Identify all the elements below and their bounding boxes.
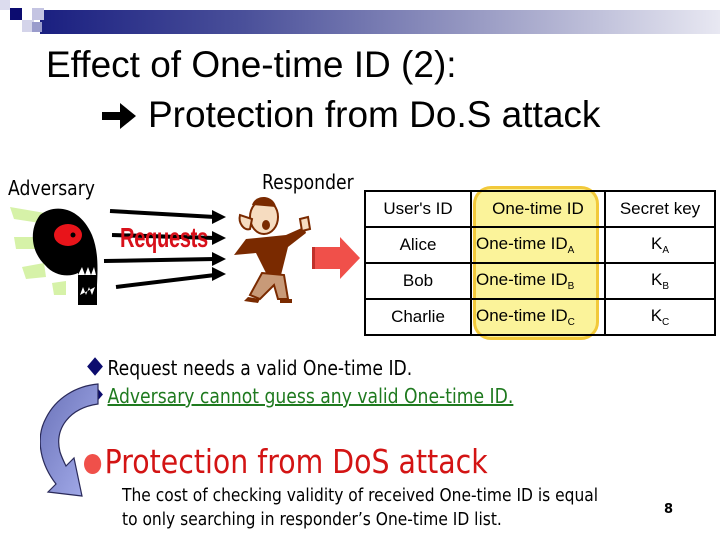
table-row: Alice One-time IDA KA [364,226,716,264]
bullet-item: Request needs a valid One-time ID. [86,356,412,380]
responder-person-icon [234,196,312,303]
otid-subscript: A [567,245,575,256]
adversary-monster-icon [10,207,98,305]
page-number: 8 [664,502,674,517]
key-text: K [650,234,663,253]
header-band [40,10,720,34]
header-one-time-id: One-time ID [470,190,606,228]
cell-user: Bob [364,262,472,300]
request-arrow [103,257,216,263]
table-row: Bob One-time IDB KB [364,262,716,300]
deco-square [10,8,22,20]
conclusion-line: to only searching in responder’s One-tim… [122,509,502,530]
slide-title-line1: Effect of One-time ID (2): [46,44,457,85]
cell-one-time-id: One-time IDA [470,226,606,264]
cell-one-time-id: One-time IDC [470,298,606,336]
key-subscript: C [662,317,670,328]
red-right-arrow-icon [312,237,360,279]
bullet-text: Request needs a valid One-time ID. [107,356,413,380]
conclusion-body: The cost of checking validity of receive… [122,484,598,532]
deco-square [0,0,10,10]
responder-label: Responder [262,170,354,194]
table-row: Charlie One-time IDC KC [364,298,716,336]
otid-text: One-time ID [476,234,568,253]
requests-label: Requests [120,222,208,253]
cell-user: Charlie [364,298,472,336]
slide-title-line2-text: Protection from Do.S attack [148,94,601,135]
request-arrows [103,209,226,289]
request-arrow [115,273,216,289]
header-users-id: User's ID [364,190,472,228]
round-bullet-icon [84,453,102,474]
header-secret-key: Secret key [604,190,716,228]
deco-square [32,8,44,20]
conclusion-heading: Protection from DoS attack [84,442,488,481]
cell-secret-key: KB [604,262,716,300]
cell-one-time-id: One-time IDB [470,262,606,300]
cell-user: Alice [364,226,472,264]
cell-secret-key: KA [604,226,716,264]
key-subscript: B [662,281,669,292]
key-subscript: A [662,245,669,256]
one-time-id-table: User's ID One-time ID Secret key Alice O… [364,190,716,336]
table-header-row: User's ID One-time ID Secret key [364,190,716,228]
request-arrow [109,209,216,219]
key-text: K [650,306,663,325]
bullet-text: Adversary cannot guess any valid One-tim… [107,384,514,408]
key-text: K [650,270,663,289]
otid-text: One-time ID [476,270,568,289]
otid-subscript: B [567,281,575,292]
conclusion-line: The cost of checking validity of receive… [122,485,599,506]
bullet-item: Adversary cannot guess any valid One-tim… [86,384,513,408]
cell-secret-key: KC [604,298,716,336]
otid-subscript: C [567,317,575,328]
diamond-bullet-icon [87,357,103,376]
otid-text: One-time ID [476,306,568,325]
right-arrow-icon [102,96,136,138]
deco-square [32,22,42,32]
conclusion-heading-text: Protection from DoS attack [104,442,488,481]
slide-title-line2: Protection from Do.S attack [102,94,600,138]
